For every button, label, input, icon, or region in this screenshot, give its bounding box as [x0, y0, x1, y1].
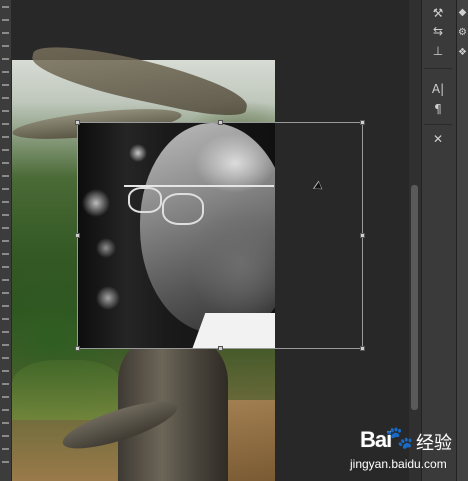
transform-handle-bottom-left[interactable]	[75, 346, 80, 351]
panel-dock-secondary	[456, 0, 468, 481]
tool-icon[interactable]	[2, 97, 9, 99]
tool-icon[interactable]	[2, 32, 9, 34]
panel-divider	[424, 68, 452, 69]
secondary-panel-icon[interactable]: ◆	[457, 4, 468, 22]
tool-icon[interactable]	[2, 149, 9, 151]
transform-handle-bottom[interactable]	[218, 346, 223, 351]
transform-handle-top[interactable]	[218, 120, 223, 125]
tool-icon[interactable]	[2, 357, 9, 359]
tool-icon[interactable]	[2, 71, 9, 73]
stamp-icon[interactable]: ⊥	[428, 42, 448, 60]
watermark: Bai 🐾 经验 jingyan.baidu.com	[350, 425, 462, 481]
tool-icon[interactable]	[2, 292, 9, 294]
transform-handle-top-right[interactable]	[360, 120, 365, 125]
brush-settings-icon[interactable]: ⚒	[428, 4, 448, 22]
character-icon[interactable]: A|	[428, 80, 448, 98]
tool-icon[interactable]	[2, 188, 9, 190]
tool-icon[interactable]	[2, 448, 9, 450]
tool-icon[interactable]	[2, 422, 9, 424]
adjust-icon[interactable]: ⇆	[428, 22, 448, 40]
tool-icon[interactable]	[2, 266, 9, 268]
tool-icon[interactable]	[2, 201, 9, 203]
tool-icon[interactable]	[2, 6, 9, 8]
tool-icon[interactable]	[2, 123, 9, 125]
secondary-panel-icon[interactable]: ❖	[457, 44, 468, 62]
paw-icon: 🐾	[386, 425, 414, 450]
scrollbar-thumb[interactable]	[411, 185, 418, 410]
transform-handle-right[interactable]	[360, 233, 365, 238]
panel-dock	[421, 0, 457, 481]
tool-icon[interactable]	[2, 331, 9, 333]
grass-area	[12, 360, 122, 420]
left-toolbar[interactable]	[0, 0, 11, 481]
secondary-panel-icon[interactable]: ⚙	[457, 24, 468, 42]
tool-icon[interactable]	[2, 253, 9, 255]
transform-handle-left[interactable]	[75, 233, 80, 238]
transform-bounding-box[interactable]	[75, 120, 365, 351]
tool-icon[interactable]	[2, 214, 9, 216]
tool-icon[interactable]	[2, 175, 9, 177]
tool-icon[interactable]	[2, 19, 9, 21]
tool-icon[interactable]	[2, 58, 9, 60]
tool-icon[interactable]	[2, 461, 9, 463]
transform-handle-bottom-right[interactable]	[360, 346, 365, 351]
tool-icon[interactable]	[2, 318, 9, 320]
tool-icon[interactable]	[2, 383, 9, 385]
tool-icon[interactable]	[2, 162, 9, 164]
tool-icon[interactable]	[2, 136, 9, 138]
tool-icon[interactable]	[2, 344, 9, 346]
watermark-chinese: 经验	[416, 433, 452, 454]
tool-icon[interactable]	[2, 240, 9, 242]
tool-icon[interactable]	[2, 227, 9, 229]
tool-icon[interactable]	[2, 110, 9, 112]
panel-divider	[424, 124, 452, 125]
tool-icon[interactable]	[2, 435, 9, 437]
tool-icon[interactable]	[2, 45, 9, 47]
tool-icon[interactable]	[2, 305, 9, 307]
tools-icon[interactable]: ✕	[428, 130, 448, 148]
tool-icon[interactable]	[2, 279, 9, 281]
tool-icon[interactable]	[2, 84, 9, 86]
watermark-url: jingyan.baidu.com	[350, 457, 447, 471]
transform-handle-top-left[interactable]	[75, 120, 80, 125]
paragraph-icon[interactable]: ¶	[428, 100, 448, 118]
tool-icon[interactable]	[2, 370, 9, 372]
tool-icon[interactable]	[2, 396, 9, 398]
tool-icon[interactable]	[2, 409, 9, 411]
